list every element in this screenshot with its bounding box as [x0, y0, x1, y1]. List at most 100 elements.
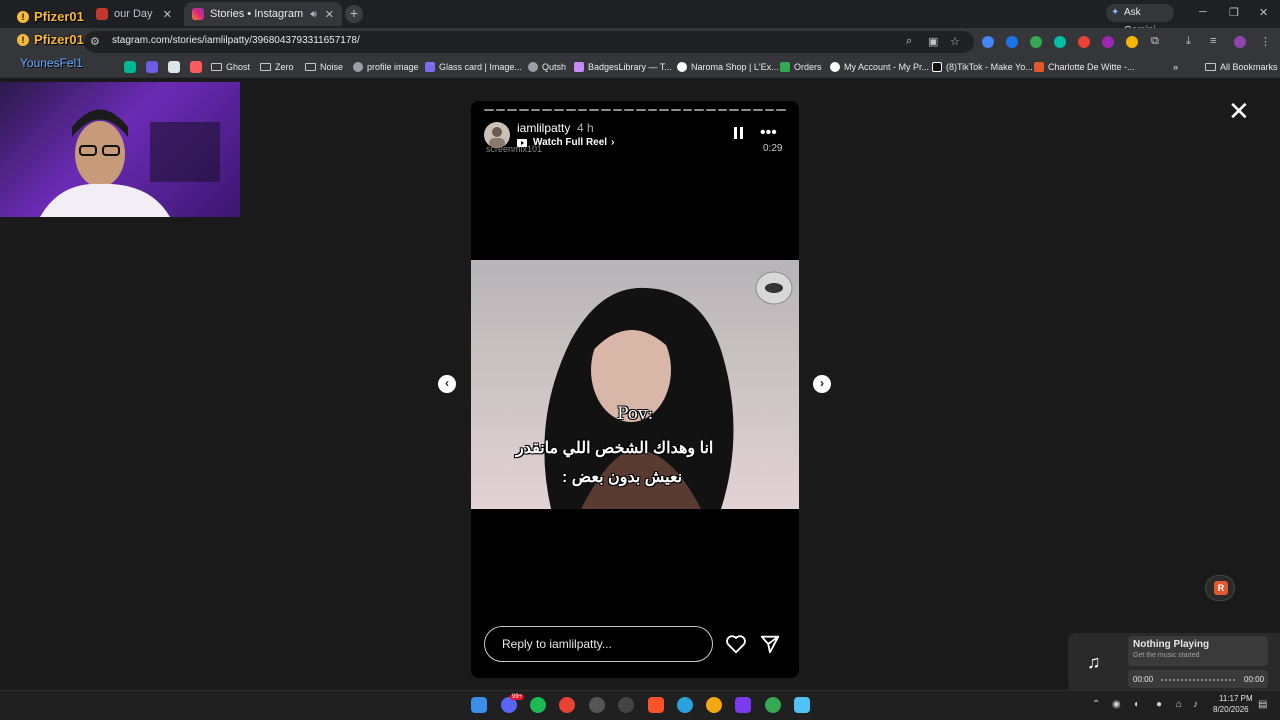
zoom-icon[interactable]: ⌕ — [906, 35, 912, 48]
extension-icon[interactable] — [1078, 36, 1090, 48]
story-duration: 0:29 — [763, 143, 783, 154]
download-icon[interactable]: ⤓ — [1186, 35, 1191, 48]
app-icon[interactable] — [794, 697, 810, 713]
pause-button[interactable] — [734, 127, 744, 141]
microphone-icon[interactable]: ● — [1156, 699, 1162, 710]
bookmark-noise[interactable]: Noise — [305, 62, 343, 72]
extension-icon[interactable] — [1102, 36, 1114, 48]
telegram-icon[interactable] — [677, 697, 693, 713]
progress-segment — [612, 109, 623, 111]
volume-icon[interactable]: ♪ — [1193, 699, 1198, 710]
clock-time[interactable]: 11:17 PM — [1219, 694, 1253, 703]
story-username[interactable]: iamlilpatty — [517, 121, 570, 135]
bookmark-label: Noise — [320, 62, 344, 72]
previous-story-button[interactable]: ‹ — [438, 375, 456, 393]
notifications-icon[interactable]: ▤ — [1258, 699, 1267, 710]
cast-icon[interactable]: ▣ — [928, 35, 938, 48]
start-menu-icon[interactable] — [471, 697, 487, 713]
chrome-active-icon[interactable] — [765, 697, 781, 713]
bookmark-ghost[interactable]: Ghost — [211, 62, 250, 72]
progress-segment — [647, 109, 658, 111]
menu-kebab-icon[interactable]: ⋮ — [1260, 35, 1271, 48]
recorder-extension-button[interactable]: R — [1205, 575, 1235, 601]
bookmark-label: My Account - My Pr... — [844, 62, 930, 72]
extension-icon[interactable] — [1126, 36, 1138, 48]
bookmark-app-icon[interactable] — [124, 61, 136, 73]
tray-app-icon[interactable]: ◐ — [1134, 699, 1140, 710]
tab-stories-instagram[interactable]: Stories • Instagram 🔊︎ ✕ — [184, 2, 342, 26]
tiktok-icon — [932, 62, 942, 72]
brave-icon[interactable] — [648, 697, 664, 713]
network-icon[interactable]: ⌂ — [1176, 699, 1182, 710]
bookmark-zero[interactable]: Zero — [260, 62, 294, 72]
bookmark-favicon-icon — [574, 62, 584, 72]
tray-overflow-icon[interactable]: ⌃ — [1092, 699, 1100, 710]
bookmark-label: Ghost — [226, 62, 251, 72]
close-tab-icon[interactable]: ✕ — [163, 8, 172, 21]
music-seek-bar[interactable] — [1161, 679, 1235, 681]
bookmark-profile-image[interactable]: profile image — [353, 62, 419, 72]
pause-icon — [734, 127, 737, 139]
bookmark-label: Naroma Shop | L'Ex... — [691, 62, 779, 72]
chrome-icon[interactable] — [559, 697, 575, 713]
next-story-button[interactable]: › — [813, 375, 831, 393]
bookmark-label: Orders — [794, 62, 822, 72]
progress-segment — [729, 109, 740, 111]
bookmark-charlotte-de-witte[interactable]: Charlotte De Witte -... — [1034, 62, 1135, 72]
profile-avatar-icon[interactable] — [1234, 36, 1246, 48]
bookmark-naroma-shop[interactable]: Naroma Shop | L'Ex... — [677, 62, 779, 72]
overlay-follower-name: YounesFel1 — [20, 56, 83, 70]
tab-search-icon[interactable]: ≡ — [1210, 35, 1216, 47]
minimize-icon[interactable]: ─ — [1199, 6, 1207, 18]
extension-icon[interactable] — [982, 36, 994, 48]
reply-input[interactable]: Reply to iamlilpatty... — [484, 626, 713, 662]
bookmarks-overflow-icon[interactable]: » — [1173, 62, 1178, 72]
send-icon[interactable] — [759, 633, 781, 655]
discord-tray-icon[interactable]: ◉ — [1112, 699, 1121, 710]
ask-gemini-button[interactable]: ✦ Ask Gemini — [1106, 4, 1174, 36]
app-icon[interactable] — [735, 697, 751, 713]
app-icon[interactable] — [618, 697, 634, 713]
extension-icon[interactable] — [1006, 36, 1018, 48]
extension-icon[interactable] — [1030, 36, 1042, 48]
story-caption-pov: Pov: — [617, 404, 654, 424]
app-icon[interactable] — [589, 697, 605, 713]
progress-segment — [694, 109, 705, 111]
tab-favicon-icon — [96, 8, 108, 20]
bookmark-tiktok[interactable]: (8)TikTok - Make Yo... — [932, 62, 1033, 72]
close-viewer-icon[interactable]: ✕ — [1228, 98, 1250, 124]
site-info-icon[interactable]: ⚙ — [90, 35, 100, 48]
bookmark-glass-card[interactable]: Glass card | Image... — [425, 62, 522, 72]
bookmark-badgeslibrary[interactable]: BadgesLibrary — T... — [574, 62, 672, 72]
bookmark-my-account[interactable]: My Account - My Pr... — [830, 62, 929, 72]
folder-icon — [260, 63, 271, 71]
bookmark-favicon-icon — [677, 62, 687, 72]
restore-icon[interactable]: ❐ — [1229, 6, 1239, 19]
recorder-icon: R — [1214, 581, 1228, 595]
bookmark-orders[interactable]: Orders — [780, 62, 822, 72]
close-tab-icon[interactable]: ✕ — [325, 8, 334, 21]
bookmark-label: BadgesLibrary — T... — [588, 62, 672, 72]
more-options-button[interactable]: ••• — [760, 124, 777, 142]
tab-our-day[interactable]: our Day ✕ — [88, 2, 180, 26]
progress-segment — [600, 109, 611, 111]
bookmark-star-icon[interactable]: ☆ — [950, 35, 960, 48]
app-icon[interactable] — [706, 697, 722, 713]
bookmark-app-icon[interactable] — [168, 61, 180, 73]
progress-segment — [671, 109, 681, 111]
alert-badge-icon: ! — [17, 11, 29, 23]
url-text[interactable]: stagram.com/stories/iamlilpatty/39680437… — [112, 35, 360, 46]
extensions-puzzle-icon[interactable]: ⧉ — [1151, 35, 1159, 48]
spotify-icon[interactable] — [530, 697, 546, 713]
bookmark-app-icon[interactable] — [190, 61, 202, 73]
all-bookmarks[interactable]: All Bookmarks — [1205, 62, 1278, 72]
clock-date[interactable]: 8/20/2026 — [1213, 705, 1249, 714]
new-tab-button[interactable]: + — [345, 5, 363, 23]
bookmark-qutsh[interactable]: Qutsh — [528, 62, 566, 72]
bookmark-app-icon[interactable] — [146, 61, 158, 73]
extension-icon[interactable] — [1054, 36, 1066, 48]
close-window-icon[interactable]: ✕ — [1259, 6, 1268, 19]
heart-icon[interactable] — [725, 633, 747, 655]
speaker-icon[interactable]: 🔊︎ — [310, 9, 316, 20]
progress-segment — [764, 109, 775, 111]
